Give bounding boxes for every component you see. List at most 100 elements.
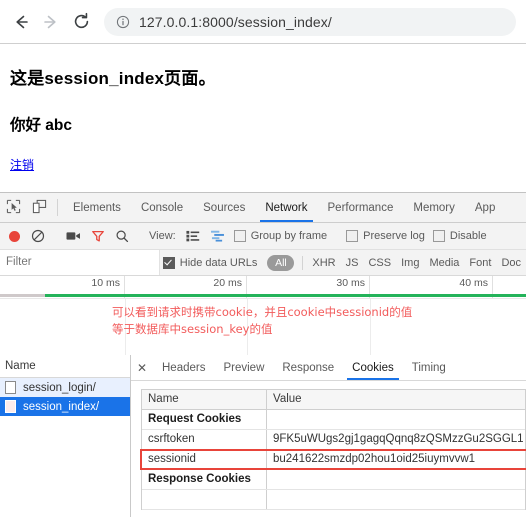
tab-performance[interactable]: Performance bbox=[318, 193, 404, 222]
detail-tab-preview[interactable]: Preview bbox=[214, 355, 273, 380]
detail-tab-response[interactable]: Response bbox=[273, 355, 343, 380]
page-content: 这是session_index页面。 你好 abc 注销 bbox=[0, 44, 526, 192]
request-list: Name session_login/ session_index/ bbox=[0, 355, 131, 517]
tab-label: Preview bbox=[223, 361, 265, 374]
filter-chip-doc[interactable]: Doc bbox=[501, 257, 521, 269]
filter-chip-media[interactable]: Media bbox=[429, 257, 459, 269]
toolbar-divider bbox=[57, 199, 58, 216]
waterfall-view-icon[interactable] bbox=[210, 230, 225, 242]
search-magnifier-icon[interactable] bbox=[115, 229, 129, 243]
table-row[interactable]: Request Cookies bbox=[142, 410, 525, 430]
request-row-session-index[interactable]: session_index/ bbox=[0, 397, 130, 416]
annotation-line-1: 可以看到请求时携带cookie，并且cookie中sessionid的值 bbox=[112, 305, 413, 319]
column-header-value: Value bbox=[273, 393, 302, 405]
arrow-right-icon bbox=[42, 13, 60, 31]
detail-tab-cookies[interactable]: Cookies bbox=[343, 355, 403, 380]
filter-chip-js[interactable]: JS bbox=[346, 257, 359, 269]
cookie-name bbox=[142, 490, 267, 509]
checkbox-label: Preserve log bbox=[363, 230, 425, 242]
record-button-icon[interactable] bbox=[9, 230, 20, 242]
table-row[interactable] bbox=[142, 490, 525, 510]
devtools-panel: Elements Console Sources Network Perform… bbox=[0, 192, 526, 517]
network-toolbar: View: Group by frame Preserve log Disabl… bbox=[0, 223, 526, 250]
tab-elements[interactable]: Elements bbox=[63, 193, 131, 222]
reload-icon bbox=[72, 12, 91, 31]
forward-button[interactable] bbox=[36, 7, 66, 37]
detail-tab-timing[interactable]: Timing bbox=[403, 355, 455, 380]
cookie-value bbox=[267, 470, 525, 489]
screenshot-camera-icon[interactable] bbox=[66, 230, 81, 242]
cookie-value: 9FK5uWUgs2gj1gagqQqnq8zQSMzzGu2SGGL1 bbox=[273, 433, 524, 445]
checkbox-box bbox=[162, 256, 175, 269]
filter-chip-font[interactable]: Font bbox=[469, 257, 491, 269]
filter-chip-xhr[interactable]: XHR bbox=[312, 257, 335, 269]
checkbox-label: Disable bbox=[449, 230, 487, 242]
tab-label: Elements bbox=[73, 201, 121, 214]
hide-data-urls-checkbox[interactable]: Hide data URLs bbox=[162, 256, 258, 269]
filter-chip-img[interactable]: Img bbox=[401, 257, 419, 269]
inspect-element-button[interactable] bbox=[0, 193, 26, 222]
address-bar[interactable]: 127.0.0.1:8000/session_index/ bbox=[104, 7, 516, 36]
detail-tabbar: ✕ Headers Preview Response Cookies Timin… bbox=[131, 355, 526, 381]
tab-label: Console bbox=[140, 201, 184, 214]
cookie-value: bu241622smzdp02hou1oid25iuymvvw1 bbox=[273, 453, 476, 465]
devtools-tabbar: Elements Console Sources Network Perform… bbox=[0, 193, 526, 223]
network-filter-bar: Hide data URLs All XHR JS CSS Img Media … bbox=[0, 250, 526, 276]
checkbox-box bbox=[432, 230, 445, 242]
tab-label: Response bbox=[282, 361, 335, 374]
network-split-pane: Name session_login/ session_index/ ✕ Hea… bbox=[0, 355, 526, 517]
cookie-value bbox=[267, 410, 525, 429]
chip-divider bbox=[302, 255, 304, 270]
cookie-name: Request Cookies bbox=[142, 410, 267, 429]
tab-network[interactable]: Network bbox=[255, 193, 317, 222]
tab-label: Timing bbox=[411, 361, 446, 374]
funnel-filter-icon[interactable] bbox=[91, 229, 105, 243]
device-toolbar-button[interactable] bbox=[26, 193, 52, 222]
disable-cache-checkbox[interactable]: Disable bbox=[432, 230, 487, 242]
tab-label: Cookies bbox=[352, 361, 394, 374]
preserve-log-checkbox[interactable]: Preserve log bbox=[346, 230, 425, 242]
table-row[interactable]: csrftoken 9FK5uWUgs2gj1gagqQqnq8zQSMzzGu… bbox=[142, 430, 525, 450]
request-name: session_login/ bbox=[23, 381, 96, 394]
tab-label: Network bbox=[265, 201, 308, 214]
tab-sources[interactable]: Sources bbox=[193, 193, 255, 222]
tab-memory[interactable]: Memory bbox=[403, 193, 465, 222]
info-circle-icon[interactable] bbox=[116, 15, 130, 29]
network-timeline-overview[interactable]: 10 ms 20 ms 30 ms 40 ms bbox=[0, 276, 526, 299]
list-view-icon[interactable] bbox=[186, 230, 200, 242]
page-heading: 这是session_index页面。 bbox=[10, 69, 216, 88]
column-header-name: Name bbox=[142, 390, 267, 409]
cookie-name: csrftoken bbox=[142, 430, 267, 449]
tab-application[interactable]: App bbox=[465, 193, 505, 222]
reload-button[interactable] bbox=[66, 7, 96, 37]
filter-chip-all[interactable]: All bbox=[267, 254, 295, 271]
back-button[interactable] bbox=[6, 7, 36, 37]
checkbox-box bbox=[233, 230, 246, 242]
document-icon bbox=[5, 400, 16, 413]
tab-label: Memory bbox=[413, 201, 455, 214]
tab-label: Performance bbox=[327, 201, 394, 214]
inspect-element-icon bbox=[6, 199, 21, 217]
request-row-session-login[interactable]: session_login/ bbox=[0, 378, 130, 397]
filter-chip-css[interactable]: CSS bbox=[368, 257, 391, 269]
cookies-panel: Name Value Request Cookies csrftoken 9FK… bbox=[131, 381, 526, 517]
url-text: 127.0.0.1:8000/session_index/ bbox=[139, 13, 332, 30]
clear-no-entry-icon[interactable] bbox=[31, 229, 45, 243]
tab-label: App bbox=[474, 201, 496, 214]
arrow-left-icon bbox=[12, 13, 30, 31]
group-by-frame-checkbox[interactable]: Group by frame bbox=[233, 230, 328, 242]
checkbox-label: Hide data URLs bbox=[179, 256, 258, 269]
cookie-value bbox=[267, 490, 525, 509]
request-list-header: Name bbox=[0, 355, 130, 378]
close-icon[interactable]: ✕ bbox=[131, 355, 153, 380]
cookie-name: sessionid bbox=[142, 450, 267, 469]
checkbox-label: Group by frame bbox=[250, 230, 328, 242]
filter-input[interactable] bbox=[0, 250, 160, 275]
tab-console[interactable]: Console bbox=[131, 193, 193, 222]
table-row-sessionid[interactable]: sessionid bu241622smzdp02hou1oid25iuymvv… bbox=[140, 449, 526, 470]
greeting-text: 你好 abc bbox=[10, 117, 73, 134]
detail-tab-headers[interactable]: Headers bbox=[153, 355, 214, 380]
table-row[interactable]: Response Cookies bbox=[142, 470, 525, 490]
logout-link[interactable]: 注销 bbox=[10, 156, 34, 173]
tab-label: Sources bbox=[203, 201, 246, 214]
